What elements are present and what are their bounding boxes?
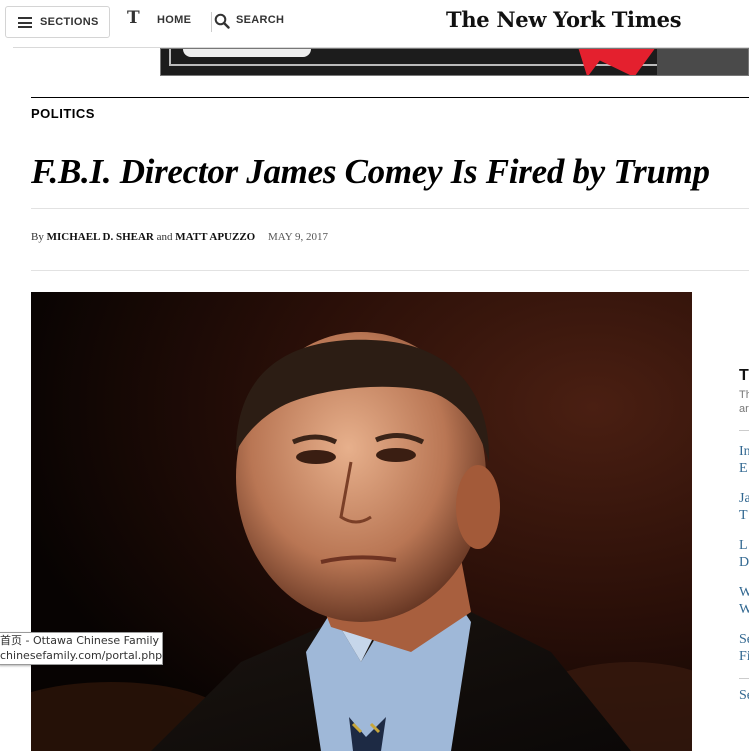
sidebar-link-line: Se bbox=[739, 632, 749, 647]
sidebar-link[interactable]: Se Fi bbox=[739, 631, 749, 665]
home-link[interactable]: T HOME bbox=[127, 8, 197, 31]
publish-date: MAY 9, 2017 bbox=[267, 231, 328, 243]
hamburger-menu-icon bbox=[18, 17, 32, 28]
sections-button[interactable]: SECTIONS bbox=[5, 6, 110, 38]
sidebar-link-line: E bbox=[739, 461, 748, 476]
ad-side-panel bbox=[657, 49, 748, 75]
sidebar-link-line: W bbox=[739, 602, 749, 617]
sidebar-link[interactable]: L D bbox=[739, 537, 749, 571]
sidebar-link-line: W bbox=[739, 585, 749, 600]
headline-divider bbox=[31, 208, 749, 209]
byline-divider bbox=[31, 270, 749, 271]
sidebar-link-line: L bbox=[739, 538, 748, 553]
sidebar-link[interactable]: Se bbox=[739, 687, 749, 704]
home-label: HOME bbox=[157, 14, 192, 26]
sidebar-divider bbox=[739, 678, 749, 679]
tooltip-title: 首页 - Ottawa Chinese Family bbox=[0, 634, 160, 647]
masthead-logo[interactable]: The New York Times bbox=[446, 7, 682, 32]
sidebar-title: T bbox=[739, 367, 749, 384]
sidebar-link-line: T bbox=[739, 508, 748, 523]
sidebar-link-line: In bbox=[739, 444, 749, 459]
author-link-2[interactable]: MATT APUZZO bbox=[175, 231, 255, 243]
sidebar-divider bbox=[739, 430, 749, 431]
search-label: SEARCH bbox=[236, 14, 285, 26]
sidebar-link[interactable]: Ja T bbox=[739, 490, 749, 524]
search-link[interactable]: SEARCH bbox=[214, 11, 289, 31]
search-icon bbox=[214, 13, 230, 29]
sidebar-link-line: Ja bbox=[739, 491, 749, 506]
sidebar-subtitle-line: Th bbox=[739, 389, 749, 401]
byline-prefix: By bbox=[31, 231, 44, 243]
tooltip-url: chinesefamily.com/portal.php bbox=[0, 649, 163, 662]
sidebar-link-line: Fi bbox=[739, 649, 749, 664]
sidebar-link-line: Se bbox=[739, 688, 749, 703]
link-status-tooltip: 首页 - Ottawa Chinese Family chinesefamily… bbox=[0, 632, 163, 665]
sidebar-link[interactable]: In E bbox=[739, 443, 749, 477]
advertisement-banner[interactable] bbox=[160, 48, 749, 76]
portrait-illustration bbox=[31, 292, 692, 751]
nyt-t-logo-icon: T bbox=[127, 8, 140, 28]
section-kicker[interactable]: POLITICS bbox=[31, 106, 95, 121]
byline-and: and bbox=[156, 231, 173, 243]
sections-label: SECTIONS bbox=[40, 16, 99, 28]
byline: By MICHAEL D. SHEAR and MATT APUZZO MAY … bbox=[31, 231, 328, 243]
sidebar-subtitle-line: ar bbox=[739, 403, 749, 415]
nav-divider bbox=[211, 12, 212, 32]
ad-graphic bbox=[183, 49, 311, 57]
sidebar-link-line: D bbox=[739, 555, 749, 570]
ad-red-graphic bbox=[578, 49, 656, 75]
sidebar-link[interactable]: W W bbox=[739, 584, 749, 618]
article-headline: F.B.I. Director James Comey Is Fired by … bbox=[31, 152, 710, 191]
article-hero-photo bbox=[31, 292, 692, 751]
author-link-1[interactable]: MICHAEL D. SHEAR bbox=[47, 231, 154, 243]
top-navigation-bar: SECTIONS T HOME SEARCH The New York Time… bbox=[0, 0, 749, 47]
article-top-rule bbox=[31, 97, 749, 98]
